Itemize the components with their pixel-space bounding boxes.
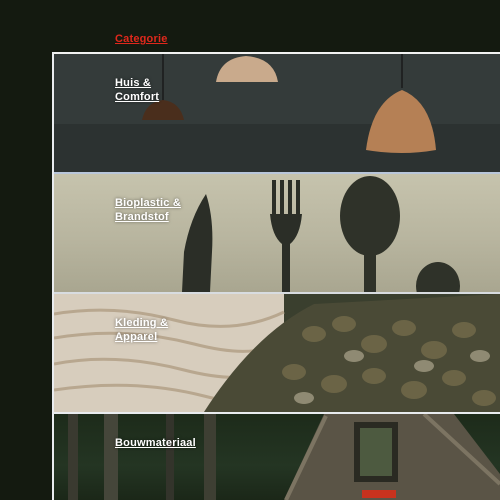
- label-line-2: Brandstof: [115, 211, 169, 223]
- category-card-bouwmateriaal[interactable]: Bouwmateriaal: [54, 412, 500, 500]
- label-line-1: Bouwmateriaal: [115, 437, 196, 449]
- category-label-huis-comfort[interactable]: Huis & Comfort: [115, 76, 159, 104]
- textile-and-shells-image: [54, 294, 500, 412]
- category-label-bioplastic-brandstof[interactable]: Bioplastic & Brandstof: [115, 196, 181, 224]
- category-card-huis-comfort[interactable]: Huis & Comfort: [54, 52, 500, 172]
- top-bar: Categorie: [0, 0, 500, 52]
- pendant-lamps-image: [54, 54, 500, 172]
- label-line-1: Huis &: [115, 77, 152, 89]
- cutlery-image: [182, 176, 460, 292]
- label-line-1: Bioplastic &: [115, 197, 181, 209]
- label-line-2: Apparel: [115, 331, 158, 343]
- category-card-bioplastic-brandstof[interactable]: Bioplastic & Brandstof: [54, 172, 500, 292]
- label-line-2: Comfort: [115, 91, 160, 103]
- category-card-kleding-apparel[interactable]: Kleding & Apparel: [54, 292, 500, 412]
- label-line-1: Kleding &: [115, 317, 169, 329]
- page-title[interactable]: Categorie: [115, 33, 168, 45]
- left-margin: [0, 52, 52, 500]
- forest-hut-image: [68, 414, 500, 500]
- category-label-bouwmateriaal[interactable]: Bouwmateriaal: [115, 436, 196, 450]
- category-label-kleding-apparel[interactable]: Kleding & Apparel: [115, 316, 168, 344]
